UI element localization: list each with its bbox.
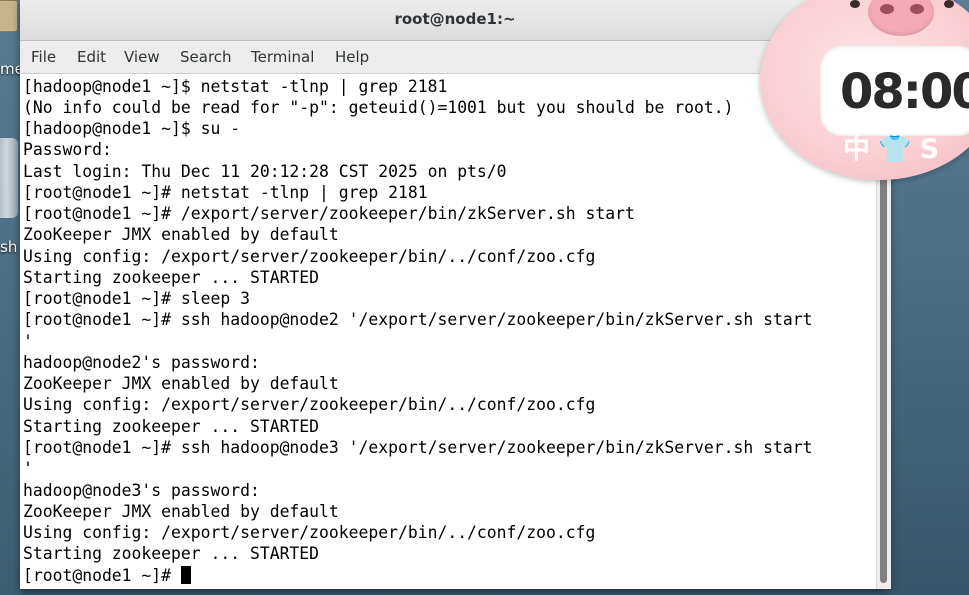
terminal-output[interactable]: [hadoop@node1 ~]$ netstat -tlnp | grep 2… [20, 74, 876, 589]
pig-eye-left [850, 0, 860, 8]
menu-search[interactable]: Search [176, 41, 236, 73]
pig-nostril-left [880, 4, 894, 14]
terminal-line: ' [23, 332, 33, 351]
window-titlebar[interactable]: root@node1:~ [20, 0, 890, 41]
pig-eye-right [944, 0, 954, 8]
terminal-line: ZooKeeper JMX enabled by default [23, 374, 339, 393]
terminal-prompt: [root@node1 ~]# [23, 566, 181, 585]
terminal-line: [hadoop@node1 ~]$ netstat -tlnp | grep 2… [23, 77, 448, 96]
menu-view[interactable]: View [120, 41, 164, 73]
terminal-line: ZooKeeper JMX enabled by default [23, 502, 339, 521]
terminal-line: [hadoop@node1 ~]$ su - [23, 119, 241, 138]
pig-nostril-right [910, 4, 924, 14]
terminal-line: [root@node1 ~]# sleep 3 [23, 289, 250, 308]
terminal-line: Using config: /export/server/zookeeper/b… [23, 523, 596, 542]
window-title: root@node1:~ [394, 10, 516, 28]
terminal-cursor [180, 566, 191, 584]
terminal-line: Using config: /export/server/zookeeper/b… [23, 395, 596, 414]
terminal-line: ' [23, 459, 33, 478]
terminal-line: Starting zookeeper ... STARTED [23, 417, 320, 436]
terminal-line: Password: [23, 140, 112, 159]
clock-widget-glyphs: 中 👕 S [843, 132, 947, 168]
terminal-prompt-line[interactable]: [root@node1 ~]# [23, 565, 191, 586]
terminal-line: [root@node1 ~]# /export/server/zookeeper… [23, 204, 635, 223]
terminal-line: [root@node1 ~]# netstat -tlnp | grep 218… [23, 183, 428, 202]
desktop-icon-label-trash[interactable]: sh [0, 238, 17, 256]
menu-terminal[interactable]: Terminal [247, 41, 318, 73]
terminal-line: [root@node1 ~]# ssh hadoop@node2 '/expor… [23, 310, 813, 329]
clock-time: 08:00 [840, 64, 969, 120]
menu-edit[interactable]: Edit [73, 41, 110, 73]
menu-bar: File Edit View Search Terminal Help [20, 41, 890, 74]
terminal-line: ZooKeeper JMX enabled by default [23, 225, 339, 244]
terminal-line: Starting zookeeper ... STARTED [23, 544, 320, 563]
terminal-line: (No info could be read for "-p": geteuid… [23, 98, 734, 117]
glyph-zhong: 中 [843, 134, 870, 165]
terminal-line: Last login: Thu Dec 11 20:12:28 CST 2025… [23, 162, 507, 181]
menu-file[interactable]: File [27, 41, 60, 73]
terminal-line: Starting zookeeper ... STARTED [23, 268, 320, 287]
desktop-left-strip: me sh [0, 0, 24, 595]
terminal-line: [root@node1 ~]# ssh hadoop@node3 '/expor… [23, 438, 813, 457]
terminal-line: Using config: /export/server/zookeeper/b… [23, 247, 596, 266]
shirt-icon: 👕 [878, 134, 912, 165]
trash-icon[interactable] [0, 138, 18, 218]
terminal-line: hadoop@node3's password: [23, 481, 260, 500]
menu-help[interactable]: Help [331, 41, 373, 73]
glyph-s: S [919, 134, 940, 165]
folder-icon[interactable] [0, 0, 18, 32]
terminal-line: hadoop@node2's password: [23, 353, 260, 372]
